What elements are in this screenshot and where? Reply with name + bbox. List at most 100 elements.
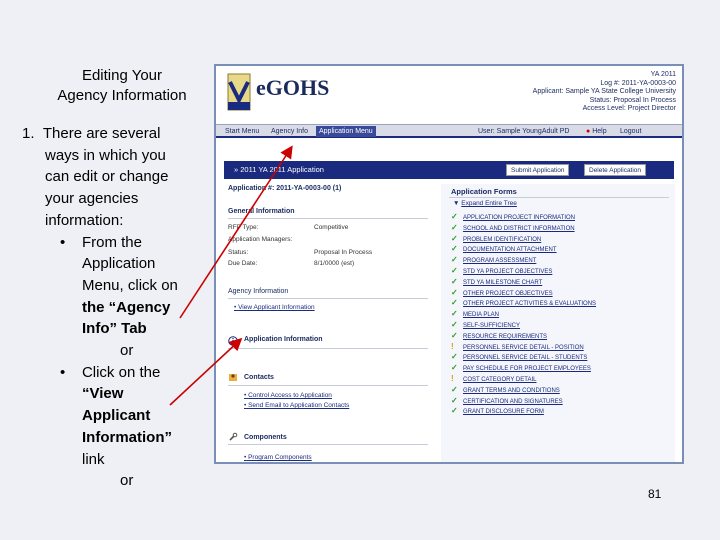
form-item[interactable]: ✓ STD YA MILESTONE CHART	[451, 277, 542, 288]
checkmark-icon: ✓	[451, 212, 458, 221]
forms-title: Application Forms	[451, 187, 517, 196]
application-number: Application #: 2011-YA-0003-00 (1)	[228, 185, 342, 192]
form-item-label: STD YA MILESTONE CHART	[463, 279, 543, 286]
form-item-label: GRANT DISCLOSURE FORM	[463, 409, 544, 416]
form-item[interactable]: ✓ OTHER PROJECT ACTIVITIES & EVALUATIONS	[451, 298, 596, 309]
form-item-label: DOCUMENTATION ATTACHMENT	[463, 247, 557, 254]
slide-title: Editing Your Agency Information	[22, 66, 222, 106]
bullet-line: the “Agency	[82, 298, 171, 316]
warning-icon: !	[451, 341, 454, 351]
tab-start-menu[interactable]: Start Menu	[222, 126, 262, 137]
agency-info-heading: Agency Information	[228, 288, 289, 295]
view-applicant-information-link[interactable]: • View Applicant Information	[234, 304, 315, 311]
checkmark-icon: ✓	[451, 320, 458, 329]
delete-application-button[interactable]: Delete Application	[584, 164, 647, 176]
form-item-label: STD YA PROJECT OBJECTIVES	[463, 269, 553, 275]
user-label: User: Sample YoungAdult PD	[478, 128, 570, 135]
checkmark-icon: ✓	[451, 352, 458, 362]
contacts-heading: Contacts	[244, 374, 274, 381]
general-info-heading: General Information	[228, 208, 295, 215]
submit-application-button[interactable]: Submit Application	[506, 164, 570, 176]
help-link[interactable]: ● Help	[586, 126, 607, 137]
header-info-line: Log #: 2011-YA-0003-00	[600, 79, 676, 87]
instruction-list: 1. There are several ways in which you c…	[22, 123, 212, 492]
field-status: Status: Proposal In Process	[228, 249, 373, 256]
page-number: 81	[648, 487, 662, 501]
app-logo: eGOHS	[256, 75, 330, 100]
checkmark-icon: ✓	[451, 406, 458, 416]
application-titlebar: » 2011 YA 2011 Application Submit Applic…	[224, 161, 674, 179]
logout-link[interactable]: Logout	[620, 126, 641, 137]
bullet-line: Info” Tab	[82, 320, 147, 338]
bullet-icon: •	[234, 304, 237, 311]
wrench-icon	[229, 432, 238, 441]
bullet-line: • From the	[60, 233, 142, 251]
form-item[interactable]: ✓ OTHER PROJECT OBJECTIVES	[451, 288, 553, 299]
form-item[interactable]: ✓ RESOURCE REQUIREMENTS	[451, 331, 547, 342]
program-components-link[interactable]: • Program Components	[244, 454, 312, 461]
form-item[interactable]: ✓ PROBLEM IDENTIFICATION	[451, 234, 541, 245]
checkmark-icon: ✓	[451, 363, 458, 373]
intro-line: your agencies	[45, 190, 139, 208]
divider	[228, 444, 428, 445]
checkmark-icon: ✓	[451, 276, 458, 286]
form-item[interactable]: ! PERSONNEL SERVICE DETAIL - POSITION	[451, 342, 584, 353]
divider	[228, 298, 428, 299]
form-item-label: PAY SCHEDULE FOR PROJECT EMPLOYEES	[463, 366, 591, 373]
form-item-label: PERSONNEL SERVICE DETAIL - STUDENTS	[463, 355, 588, 362]
slide-title-line: Editing Your	[81, 67, 163, 84]
bullet-icon: •	[60, 363, 66, 381]
bullet-line: link	[82, 450, 105, 468]
checkmark-icon: ✓	[451, 222, 458, 232]
or-text: or	[120, 472, 134, 490]
checkmark-icon: ✓	[451, 298, 458, 308]
divider	[228, 348, 428, 349]
form-item-label: MEDIA PLAN	[463, 312, 500, 319]
form-item[interactable]: ✓ SCHOOL AND DISTRICT INFORMATION	[451, 223, 575, 234]
form-item[interactable]: ✓ STD YA PROJECT OBJECTIVES	[451, 266, 552, 277]
form-item-label: GRANT TERMS AND CONDITIONS	[463, 387, 560, 394]
or-text: or	[120, 342, 134, 360]
form-item[interactable]: ✓ PROGRAM ASSESSMENT	[451, 255, 536, 266]
checkmark-icon: ✓	[451, 384, 458, 394]
form-item[interactable]: ✓ PAY SCHEDULE FOR PROJECT EMPLOYEES	[451, 363, 591, 374]
divider	[228, 218, 428, 219]
info-icon	[228, 336, 238, 346]
warning-icon: !	[451, 374, 454, 383]
help-icon: ●	[586, 128, 591, 135]
checkmark-icon: ✓	[451, 266, 458, 275]
form-item[interactable]: ✓ DOCUMENTATION ATTACHMENT	[451, 244, 557, 255]
form-item[interactable]: ✓ APPLICATION PROJECT INFORMATION	[451, 212, 575, 223]
form-item[interactable]: ✓ GRANT TERMS AND CONDITIONS	[451, 385, 560, 396]
bullet-icon: •	[244, 454, 247, 461]
expand-tree-link[interactable]: ▼ Expand Entire Tree	[453, 200, 517, 207]
divider	[449, 197, 669, 198]
header-info-line: Status: Proposal In Process	[589, 96, 676, 104]
form-item[interactable]: ✓ PERSONNEL SERVICE DETAIL - STUDENTS	[451, 352, 587, 363]
checkmark-icon: ✓	[451, 244, 458, 254]
form-item-label: PROBLEM IDENTIFICATION	[463, 236, 542, 243]
egohs-screenshot: eGOHS YA 2011 Log #: 2011-YA-0003-00 App…	[214, 64, 684, 464]
bullet-line: • Click on the	[60, 363, 161, 381]
bullet-line: Information”	[82, 428, 172, 446]
form-item[interactable]: ✓ CERTIFICATION AND SIGNATURES	[451, 396, 563, 407]
form-item[interactable]: ! COST CATEGORY DETAIL	[451, 374, 536, 385]
form-item-label: COST CATEGORY DETAIL	[463, 377, 537, 383]
checkmark-icon: ✓	[451, 330, 458, 340]
tab-application-menu[interactable]: Application Menu	[316, 126, 376, 137]
form-item[interactable]: ✓ SELF-SUFFICIENCY	[451, 320, 520, 331]
header-info-line: Access Level: Project Director	[582, 105, 676, 113]
components-heading: Components	[244, 434, 287, 441]
form-item[interactable]: ✓ GRANT DISCLOSURE FORM	[451, 406, 544, 417]
tab-agency-info[interactable]: Agency Info	[268, 126, 311, 137]
form-item[interactable]: ✓ MEDIA PLAN	[451, 309, 499, 320]
send-email-link[interactable]: • Send Email to Application Contacts	[244, 402, 349, 409]
form-item-label: PERSONNEL SERVICE DETAIL - POSITION	[463, 344, 584, 351]
header-info: YA 2011 Log #: 2011-YA-0003-00 Applicant…	[476, 71, 676, 114]
double-chevron-icon: »	[234, 165, 239, 174]
form-item-label: SELF-SUFFICIENCY	[463, 323, 521, 329]
control-access-link[interactable]: • Control Access to Application	[244, 392, 332, 399]
checkmark-icon: ✓	[451, 309, 458, 319]
intro-line: 1. There are several	[22, 125, 161, 142]
checkmark-icon: ✓	[451, 287, 458, 297]
